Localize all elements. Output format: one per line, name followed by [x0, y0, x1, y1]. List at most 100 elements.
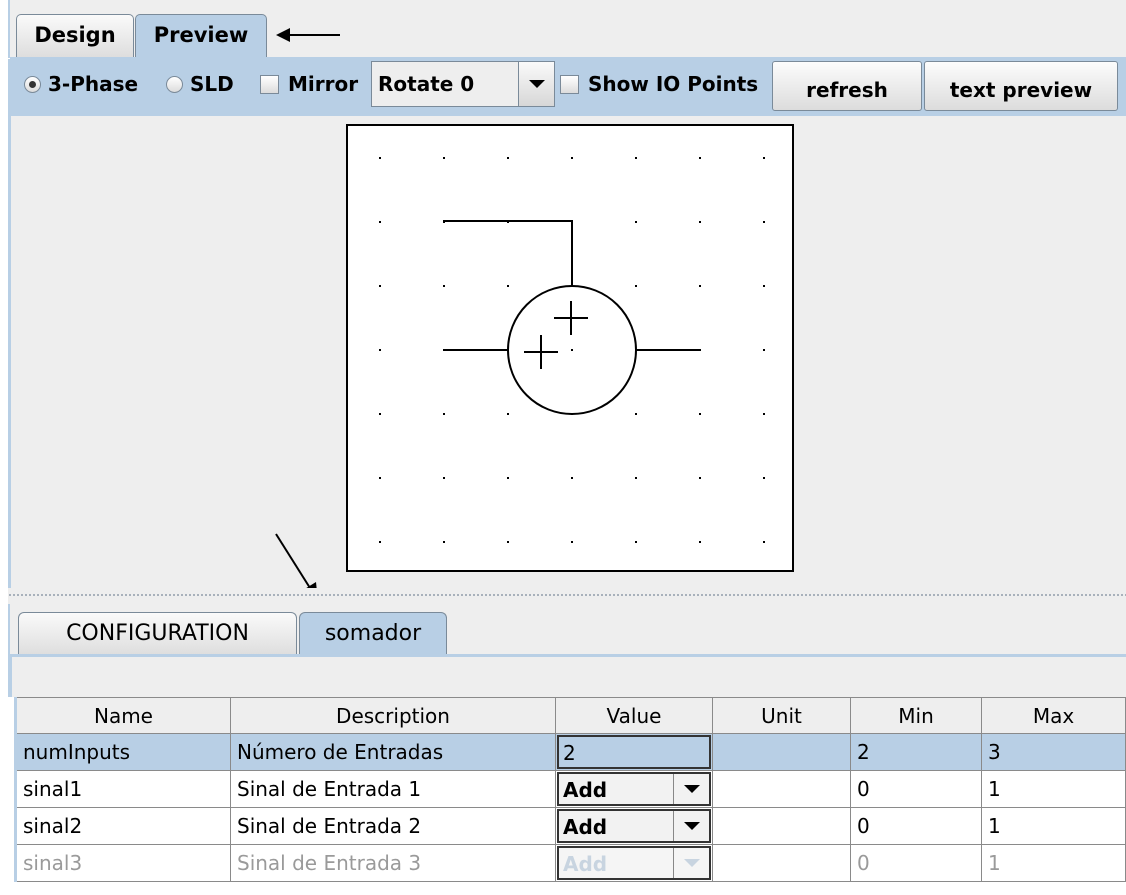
grid-dot: [635, 285, 637, 287]
grid-dot: [507, 541, 509, 543]
rotate-dropdown-button[interactable]: [518, 62, 554, 106]
grid-dot: [443, 541, 445, 543]
header-unit[interactable]: Unit: [713, 697, 851, 733]
grid-dot: [763, 285, 765, 287]
checkbox-icon: [260, 74, 279, 94]
tab-configuration[interactable]: CONFIGURATION: [18, 612, 297, 656]
radio-unselected-icon: [166, 75, 183, 93]
header-value[interactable]: Value: [556, 697, 713, 733]
chevron-down-icon: [683, 822, 700, 830]
grid-dot: [635, 477, 637, 479]
cell-description: Sinal de Entrada 1: [231, 771, 556, 807]
value-dropdown[interactable]: Add: [557, 809, 711, 843]
grid-dot: [571, 541, 573, 543]
grid-dot: [763, 413, 765, 415]
grid-dot: [635, 413, 637, 415]
table-row-disabled: sinal3 Sinal de Entrada 3 Add 0 1: [17, 845, 1126, 882]
grid-dot: [443, 157, 445, 159]
cell-description: Sinal de Entrada 2: [231, 808, 556, 844]
grid-dot: [507, 285, 509, 287]
header-description[interactable]: Description: [231, 697, 556, 733]
cell-min: 0: [851, 808, 982, 844]
annotation-arrow-preview: [276, 28, 340, 42]
header-min[interactable]: Min: [851, 697, 982, 733]
grid-dot: [571, 157, 573, 159]
chevron-down-icon: [683, 785, 700, 793]
grid-dot: [507, 157, 509, 159]
chevron-down-icon: [683, 859, 700, 867]
split-pane-divider[interactable]: [8, 588, 1126, 604]
top-tab-strip: Design Preview: [8, 0, 1126, 59]
grid-dot: [699, 477, 701, 479]
cell-name: numInputs: [17, 734, 231, 770]
cell-max: 1: [982, 845, 1126, 881]
rotate-dropdown[interactable]: Rotate 0: [371, 61, 555, 107]
grid-dot: [635, 541, 637, 543]
cell-value: Add: [556, 845, 713, 881]
checkbox-show-io-points[interactable]: Show IO Points: [560, 59, 758, 109]
cell-min: 0: [851, 771, 982, 807]
tab-somador[interactable]: somador: [299, 612, 447, 656]
value-dropdown-button[interactable]: [673, 774, 709, 804]
grid-dot: [699, 413, 701, 415]
cell-unit: [713, 734, 851, 770]
checkbox-show-io-label: Show IO Points: [588, 72, 759, 96]
grid-dot: [763, 477, 765, 479]
value-dropdown-text: Add: [563, 778, 608, 802]
cell-value[interactable]: Add: [556, 771, 713, 807]
cell-min: 2: [851, 734, 982, 770]
table-row[interactable]: sinal1 Sinal de Entrada 1 Add 0 1: [17, 771, 1126, 808]
grid-dot: [571, 349, 573, 351]
cell-name: sinal1: [17, 771, 231, 807]
grid-dot: [379, 349, 381, 351]
value-dropdown[interactable]: Add: [557, 772, 711, 806]
panel-header-space: [8, 657, 1126, 697]
grid-dots: [379, 157, 765, 543]
rotate-value: Rotate 0: [378, 72, 475, 96]
grid-dot: [699, 285, 701, 287]
grid-dot: [507, 477, 509, 479]
cell-value[interactable]: 2: [556, 734, 713, 770]
cell-unit: [713, 771, 851, 807]
symbol-canvas[interactable]: [346, 124, 794, 572]
symbol-drawing: [379, 157, 765, 543]
text-preview-button[interactable]: text preview: [924, 61, 1118, 111]
grid-dot: [379, 221, 381, 223]
refresh-button[interactable]: refresh: [772, 61, 922, 111]
grid-dot: [379, 157, 381, 159]
cell-name: sinal2: [17, 808, 231, 844]
preview-toolbar: 3-Phase SLD Mirror Rotate 0 Show IO Poin…: [8, 59, 1126, 116]
radio-sld-label: SLD: [190, 72, 234, 96]
tab-design[interactable]: Design: [16, 14, 134, 58]
checkbox-icon: [560, 74, 579, 94]
checkbox-mirror-label: Mirror: [288, 72, 359, 96]
table-row[interactable]: sinal2 Sinal de Entrada 2 Add 0 1: [17, 808, 1126, 845]
cell-value[interactable]: Add: [556, 808, 713, 844]
cell-unit: [713, 845, 851, 881]
grid-dot: [443, 413, 445, 415]
chevron-down-icon: [528, 80, 545, 88]
grid-dot: [379, 477, 381, 479]
grid-dot: [443, 285, 445, 287]
table-row[interactable]: numInputs Número de Entradas 2 2 3: [17, 734, 1126, 771]
table-header: Name Description Value Unit Min Max: [17, 697, 1126, 734]
header-max[interactable]: Max: [982, 697, 1126, 733]
tab-preview[interactable]: Preview: [135, 14, 267, 58]
checkbox-mirror[interactable]: Mirror: [260, 59, 358, 109]
radio-selected-icon: [24, 75, 41, 93]
grid-dot: [763, 221, 765, 223]
cell-max: 1: [982, 771, 1126, 807]
radio-3-phase[interactable]: 3-Phase: [24, 59, 138, 109]
cell-name: sinal3: [17, 845, 231, 881]
value-dropdown-button: [673, 848, 709, 878]
radio-sld[interactable]: SLD: [166, 59, 234, 109]
value-dropdown-button[interactable]: [673, 811, 709, 841]
value-dropdown-text: Add: [563, 852, 608, 876]
value-input[interactable]: 2: [557, 735, 711, 769]
grid-dot: [507, 413, 509, 415]
value-dropdown-disabled: Add: [557, 846, 711, 880]
header-name[interactable]: Name: [17, 697, 231, 733]
cell-max: 3: [982, 734, 1126, 770]
grid-dot: [379, 541, 381, 543]
cell-min: 0: [851, 845, 982, 881]
